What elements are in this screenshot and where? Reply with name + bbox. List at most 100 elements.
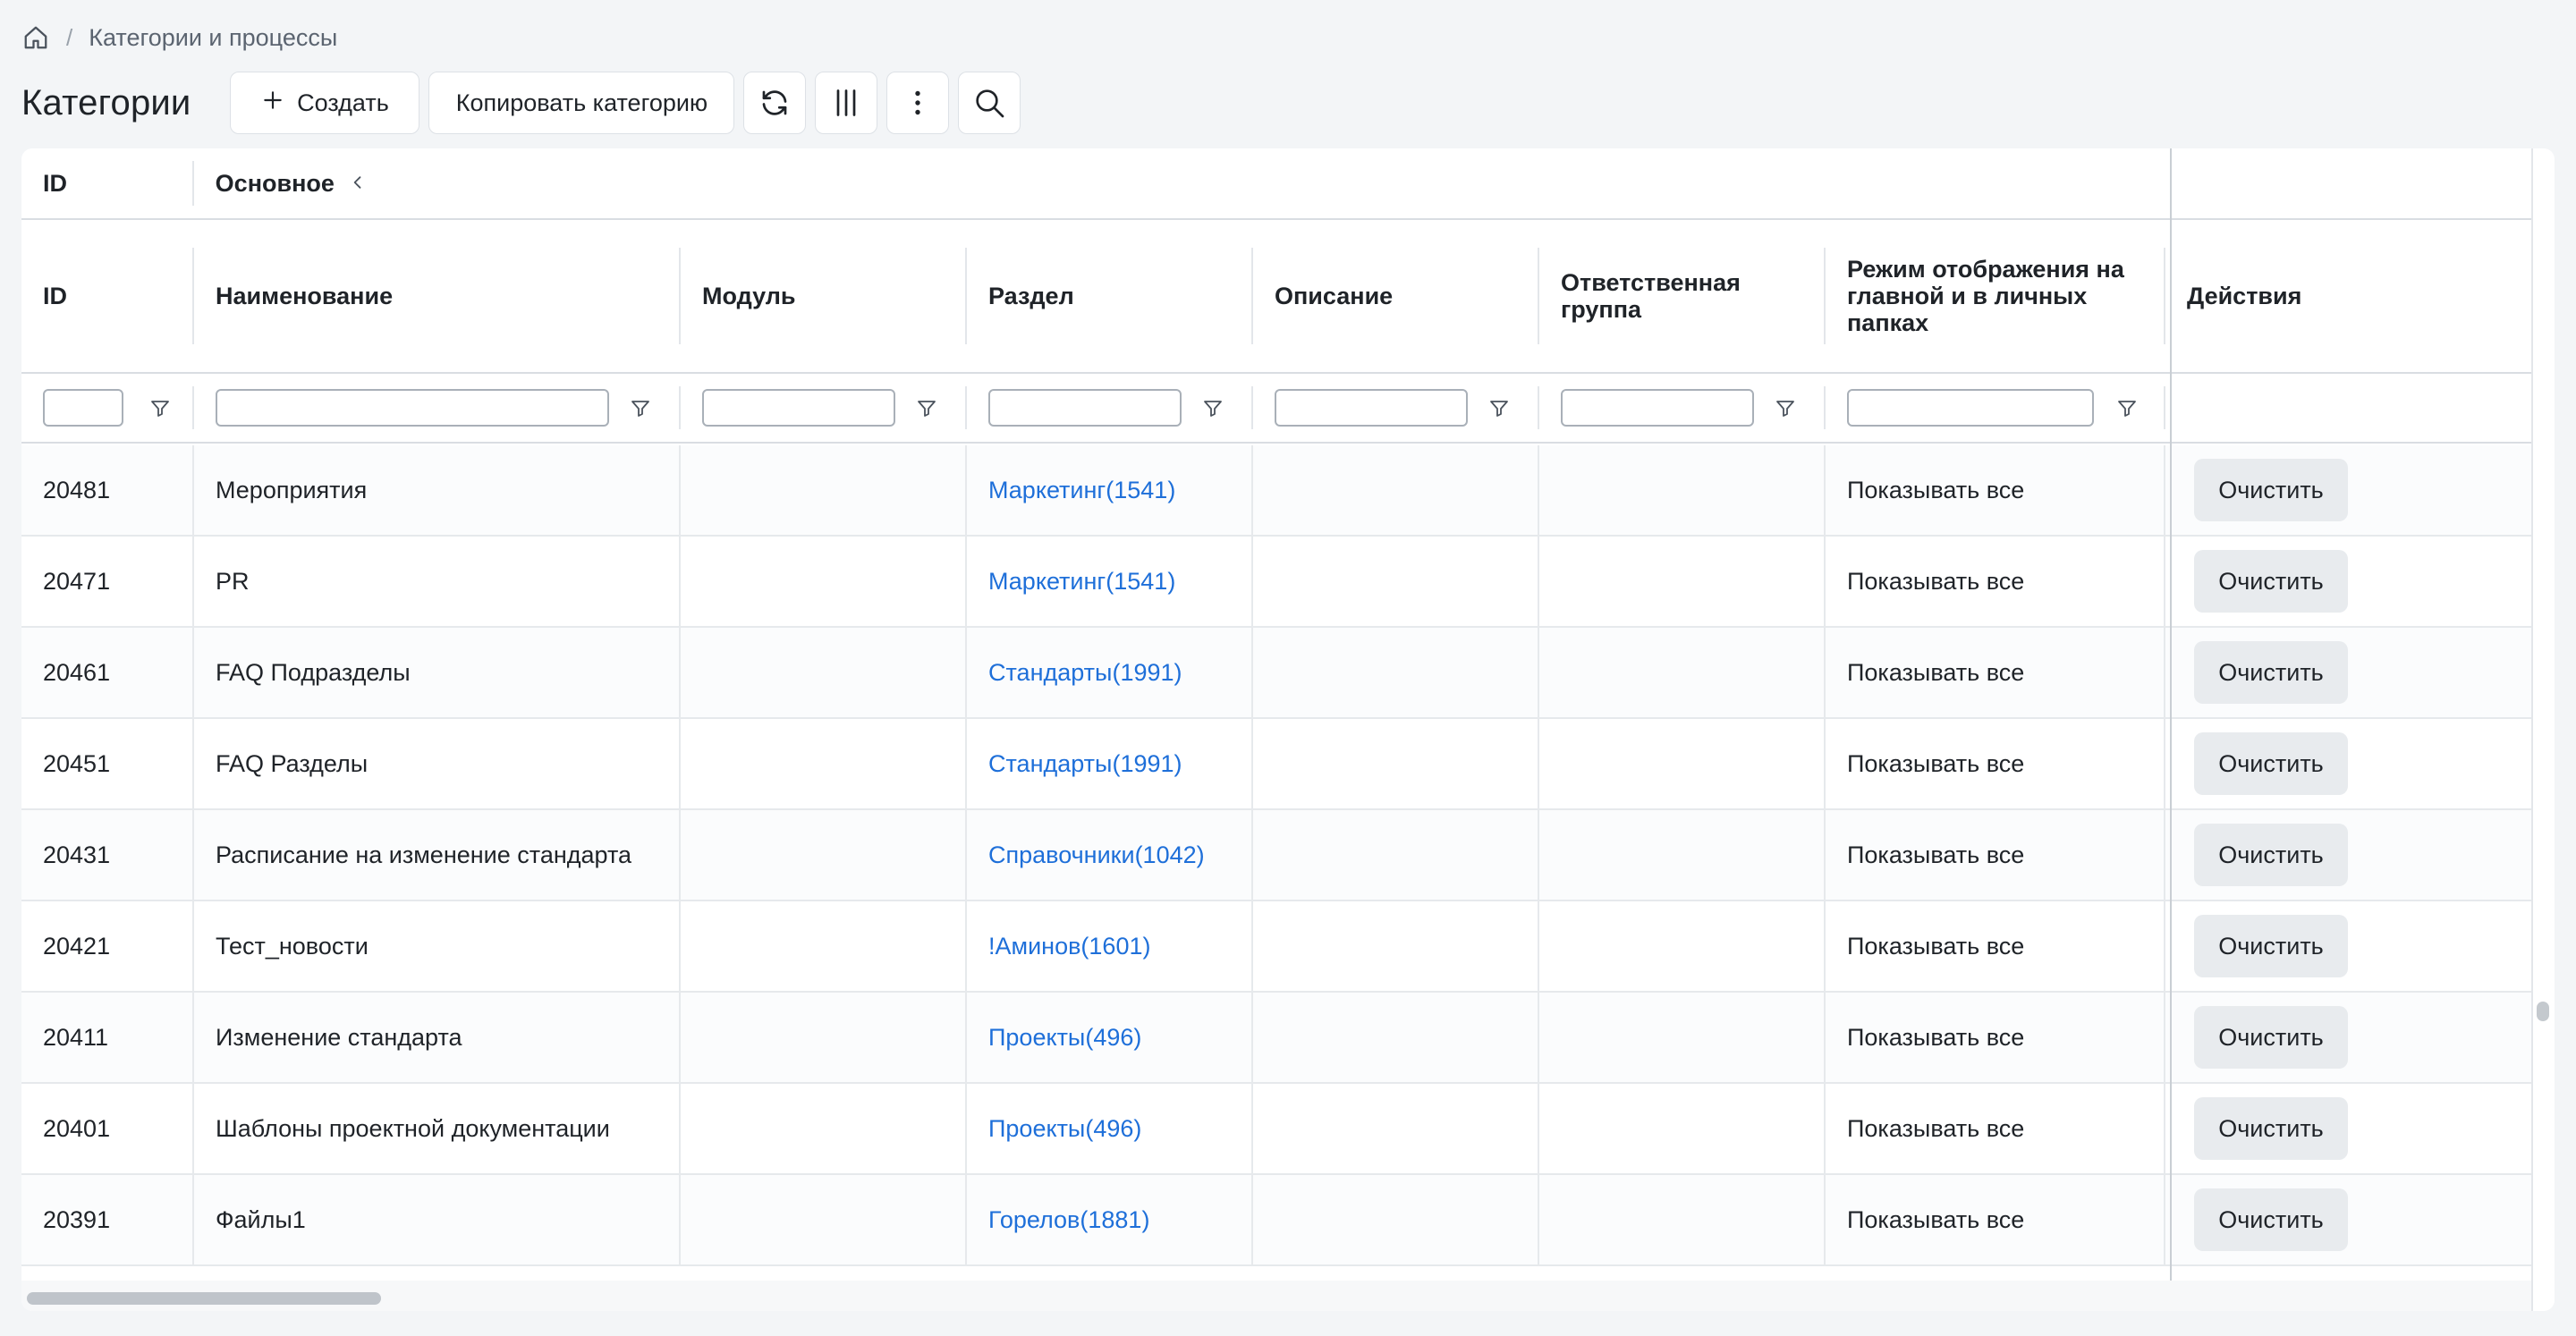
section-link[interactable]: Стандарты(1991) [988, 750, 1182, 778]
table-row[interactable]: 20471 PR Маркетинг(1541) Показывать все Очис… [21, 537, 2531, 628]
clear-button[interactable]: Очистить [2194, 550, 2348, 613]
column-header-section[interactable]: Раздел [967, 220, 1253, 372]
filter-icon[interactable] [1487, 396, 1511, 419]
cell-id: 20411 [21, 993, 194, 1082]
section-link[interactable]: Справочники(1042) [988, 841, 1205, 869]
section-link[interactable]: Проекты(496) [988, 1024, 1141, 1052]
clear-button[interactable]: Очистить [2194, 732, 2348, 795]
filter-input-section[interactable] [988, 389, 1182, 427]
filter-input-mode[interactable] [1847, 389, 2094, 427]
refresh-icon [758, 87, 791, 119]
cell-name-text: Шаблоны проектной документации [216, 1114, 610, 1142]
breadcrumb-current[interactable]: Категории и процессы [89, 24, 337, 52]
cell-section[interactable]: !Аминов(1601) [967, 901, 1253, 991]
refresh-button[interactable] [743, 72, 807, 134]
filter-input-module[interactable] [702, 389, 895, 427]
cell-actions: Очистить [2165, 1084, 2531, 1173]
cell-name-text: Файлы1 [216, 1205, 306, 1233]
table-row[interactable]: 20431 Расписание на изменение стандарта Сп… [21, 810, 2531, 901]
cell-section[interactable]: Горелов(1881) [967, 1175, 1253, 1264]
horizontal-scrollbar[interactable] [21, 1281, 2531, 1311]
cell-actions: Очистить [2165, 993, 2531, 1082]
chevron-left-icon[interactable] [349, 170, 367, 197]
filter-icon[interactable] [629, 396, 652, 419]
cell-module [681, 993, 967, 1082]
cell-mode: Показывать все [1826, 1084, 2165, 1173]
clear-button[interactable]: Очистить [2194, 915, 2348, 977]
cell-section[interactable]: Проекты(496) [967, 1084, 1253, 1173]
cell-actions: Очистить [2165, 1175, 2531, 1264]
cell-name: Мероприятия [194, 445, 681, 535]
filter-icon[interactable] [1201, 396, 1224, 419]
table-row[interactable]: 20481 Мероприятия Маркетинг(1541) Показыват… [21, 445, 2531, 537]
columns-button[interactable] [815, 72, 878, 134]
column-header-group[interactable]: Ответственная группа [1539, 220, 1826, 372]
cell-id: 20391 [21, 1175, 194, 1264]
clear-button[interactable]: Очистить [2194, 1006, 2348, 1069]
cell-section[interactable]: Стандарты(1991) [967, 628, 1253, 717]
copy-category-button[interactable]: Копировать категорию [428, 72, 735, 134]
section-link[interactable]: Проекты(496) [988, 1115, 1141, 1143]
filter-icon[interactable] [2115, 396, 2139, 419]
clear-button[interactable]: Очистить [2194, 824, 2348, 886]
clear-button[interactable]: Очистить [2194, 459, 2348, 521]
filter-row [21, 374, 2531, 444]
cell-description [1253, 993, 1539, 1082]
section-link[interactable]: Горелов(1881) [988, 1206, 1149, 1234]
cell-module [681, 628, 967, 717]
filter-input-id[interactable] [43, 389, 123, 427]
group-header-basic[interactable]: Основное [194, 148, 2166, 218]
cell-description [1253, 810, 1539, 900]
filter-cell-id [21, 374, 194, 442]
table-row[interactable]: 20421 Тест_новости !Аминов(1601) Показывать… [21, 901, 2531, 993]
cell-section[interactable]: Проекты(496) [967, 993, 1253, 1082]
cell-id: 20401 [21, 1084, 194, 1173]
vertical-scrollbar-thumb[interactable] [2537, 1002, 2549, 1021]
cell-actions: Очистить [2165, 719, 2531, 808]
group-header-actions [2166, 148, 2531, 218]
table-row[interactable]: 20391 Файлы1 Горелов(1881) Показывать все Оч… [21, 1175, 2531, 1266]
horizontal-scrollbar-thumb[interactable] [27, 1292, 381, 1305]
create-button[interactable]: Создать [230, 72, 420, 134]
cell-id-text: 20391 [43, 1205, 111, 1233]
clear-button[interactable]: Очистить [2194, 1097, 2348, 1160]
column-header-description[interactable]: Описание [1253, 220, 1539, 372]
cell-section[interactable]: Маркетинг(1541) [967, 445, 1253, 535]
table-row[interactable]: 20401 Шаблоны проектной документации Проек… [21, 1084, 2531, 1175]
clear-button[interactable]: Очистить [2194, 1188, 2348, 1251]
filter-input-description[interactable] [1275, 389, 1468, 427]
section-link[interactable]: Маркетинг(1541) [988, 477, 1175, 504]
cell-group [1539, 1175, 1826, 1264]
cell-mode-text: Показывать все [1847, 1205, 2025, 1233]
cell-name: Шаблоны проектной документации [194, 1084, 681, 1173]
filter-icon[interactable] [1774, 396, 1797, 419]
table-row[interactable]: 20461 FAQ Подразделы Стандарты(1991) Показы… [21, 628, 2531, 719]
section-link[interactable]: Стандарты(1991) [988, 659, 1182, 687]
create-button-label: Создать [297, 89, 389, 116]
cell-description [1253, 719, 1539, 808]
table-row[interactable]: 20411 Изменение стандарта Проекты(496) Пока… [21, 993, 2531, 1084]
column-header-name[interactable]: Наименование [194, 220, 681, 372]
filter-input-name[interactable] [216, 389, 609, 427]
table-right-border [2531, 148, 2533, 1311]
filter-icon[interactable] [915, 396, 938, 419]
filter-input-group[interactable] [1561, 389, 1754, 427]
filter-icon[interactable] [148, 396, 172, 419]
clear-button[interactable]: Очистить [2194, 641, 2348, 704]
column-header-mode[interactable]: Режим отображения на главной и в личных … [1826, 220, 2165, 372]
search-button[interactable] [958, 72, 1021, 134]
cell-section[interactable]: Стандарты(1991) [967, 719, 1253, 808]
column-header-module[interactable]: Модуль [681, 220, 967, 372]
column-header-id[interactable]: ID [21, 220, 194, 372]
cell-actions: Очистить [2165, 445, 2531, 535]
filter-cell-description [1253, 374, 1539, 442]
cell-mode-text: Показывать все [1847, 567, 2025, 595]
home-icon[interactable] [21, 23, 50, 52]
more-button[interactable] [886, 72, 950, 134]
section-link[interactable]: Маркетинг(1541) [988, 568, 1175, 596]
cell-description [1253, 901, 1539, 991]
table-row[interactable]: 20451 FAQ Разделы Стандарты(1991) Показыват… [21, 719, 2531, 810]
cell-section[interactable]: Справочники(1042) [967, 810, 1253, 900]
section-link[interactable]: !Аминов(1601) [988, 933, 1150, 960]
cell-section[interactable]: Маркетинг(1541) [967, 537, 1253, 626]
